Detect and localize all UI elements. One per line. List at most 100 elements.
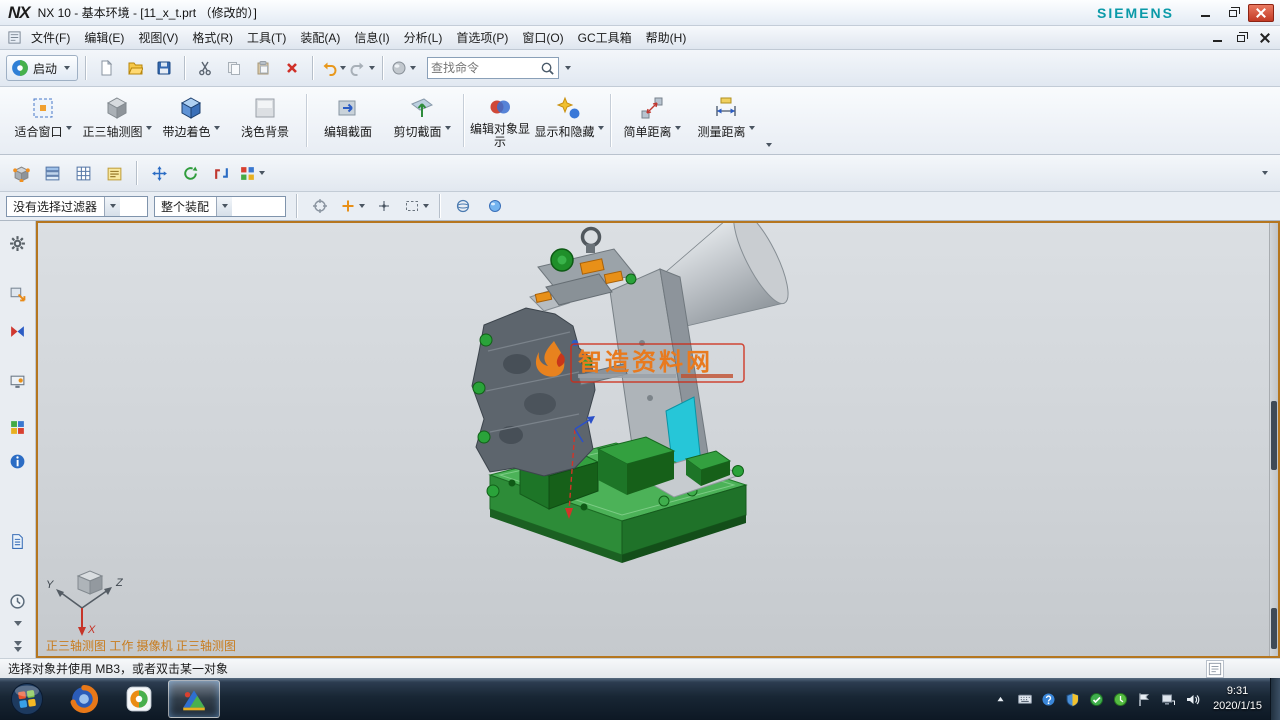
- menu-gc-toolbox[interactable]: GC工具箱: [571, 26, 639, 49]
- doc-close-button[interactable]: [1254, 30, 1276, 46]
- scrollbar-thumb[interactable]: [1271, 608, 1277, 649]
- tray-help-button[interactable]: [1040, 691, 1057, 708]
- sidebar-history-button[interactable]: [5, 589, 31, 613]
- menu-preferences[interactable]: 首选项(P): [449, 26, 515, 49]
- paste-button[interactable]: [250, 55, 276, 81]
- sidebar-views-button[interactable]: [5, 319, 31, 343]
- menu-file[interactable]: 文件(F): [24, 26, 77, 49]
- chevron-down-icon: [64, 66, 70, 70]
- marquee-select-button[interactable]: [403, 193, 429, 219]
- assembly-constraints-button[interactable]: [208, 160, 234, 186]
- selection-filter-dropdown[interactable]: 没有选择过滤器: [6, 196, 148, 217]
- sidebar-display-button[interactable]: [5, 369, 31, 393]
- ribbon-options-icon[interactable]: [766, 143, 772, 147]
- minimize-button[interactable]: [1192, 4, 1218, 22]
- tray-keyboard-button[interactable]: [1016, 691, 1033, 708]
- tray-volume-button[interactable]: [1184, 691, 1201, 708]
- color-palette-button[interactable]: [239, 160, 265, 186]
- snap-point-button[interactable]: [339, 193, 365, 219]
- tray-status-ok-button[interactable]: [1088, 691, 1105, 708]
- menu-help[interactable]: 帮助(H): [639, 26, 694, 49]
- search-history-dropdown-icon[interactable]: [565, 66, 571, 70]
- 3d-model-view[interactable]: 智造资料网: [38, 223, 1278, 656]
- taskbar-firefox-button[interactable]: [58, 680, 110, 718]
- button-label: 浅色背景: [241, 126, 289, 139]
- ribbon-isometric-view-button[interactable]: 正三轴测图: [80, 89, 154, 152]
- render-style-button[interactable]: [390, 55, 416, 81]
- edit-section-icon: [335, 92, 361, 124]
- highlight-wireframe-button[interactable]: [450, 193, 476, 219]
- restore-button[interactable]: [1220, 4, 1246, 22]
- layers-button[interactable]: [39, 160, 65, 186]
- ribbon-clip-section-button[interactable]: 剪切截面: [385, 89, 459, 152]
- point-constructor-button[interactable]: [371, 193, 397, 219]
- ribbon-simple-distance-button[interactable]: 简单距离: [615, 89, 689, 152]
- show-desktop-button[interactable]: [1270, 678, 1280, 720]
- snap-settings-button[interactable]: [307, 193, 333, 219]
- ribbon-light-background-button[interactable]: 浅色背景: [228, 89, 302, 152]
- orient-view-button[interactable]: [8, 160, 34, 186]
- group-separator: [463, 94, 464, 147]
- ribbon-show-and-hide-button[interactable]: 显示和隐藏: [532, 89, 606, 152]
- document-icon[interactable]: [4, 28, 24, 48]
- ribbon-measure-distance-button[interactable]: 测量距离: [689, 89, 763, 152]
- redo-button[interactable]: [349, 55, 375, 81]
- sidebar-document-button[interactable]: [5, 529, 31, 553]
- menu-window[interactable]: 窗口(O): [515, 26, 570, 49]
- ribbon-edit-section-button[interactable]: 编辑截面: [311, 89, 385, 152]
- highlight-shaded-button[interactable]: [482, 193, 508, 219]
- scrollbar-thumb[interactable]: [1271, 401, 1277, 470]
- tray-action-center-button[interactable]: [1136, 691, 1153, 708]
- menu-view[interactable]: 视图(V): [131, 26, 185, 49]
- rotate-component-button[interactable]: [177, 160, 203, 186]
- ribbon-edit-object-display-button[interactable]: 编辑对象显示: [468, 89, 532, 152]
- doc-restore-button[interactable]: [1230, 30, 1252, 46]
- sphere-solid-icon: [487, 198, 503, 214]
- window-layout-button[interactable]: [1206, 660, 1224, 678]
- move-component-button[interactable]: [146, 160, 172, 186]
- sidebar-roles-button[interactable]: [5, 231, 31, 255]
- delete-button[interactable]: [279, 55, 305, 81]
- menu-analysis[interactable]: 分析(L): [397, 26, 450, 49]
- tray-status-clock-button[interactable]: [1112, 691, 1129, 708]
- cut-button[interactable]: [192, 55, 218, 81]
- taskbar-nx-button[interactable]: [168, 680, 220, 718]
- graphics-viewport[interactable]: 智造资料网 Y Z X 正三轴测图 工作 摄像机 正三轴测图: [36, 221, 1280, 658]
- tray-network-button[interactable]: [1160, 691, 1177, 708]
- menu-edit[interactable]: 编辑(E): [77, 26, 131, 49]
- save-button[interactable]: [151, 55, 177, 81]
- undo-button[interactable]: [320, 55, 346, 81]
- ribbon-fit-window-button[interactable]: 适合窗口: [6, 89, 80, 152]
- toolbar-options-icon[interactable]: [1262, 171, 1268, 175]
- copy-button[interactable]: [221, 55, 247, 81]
- note-button[interactable]: [101, 160, 127, 186]
- menu-assemblies[interactable]: 装配(A): [293, 26, 347, 49]
- sidebar-info-button[interactable]: [5, 449, 31, 473]
- start-menu-button[interactable]: 启动: [6, 55, 78, 81]
- taskbar-browser-button[interactable]: [113, 680, 165, 718]
- ribbon-shaded-with-edges-button[interactable]: 带边着色: [154, 89, 228, 152]
- doc-minimize-button[interactable]: [1206, 30, 1228, 46]
- new-file-button[interactable]: [93, 55, 119, 81]
- selection-scope-dropdown[interactable]: 整个装配: [154, 196, 286, 217]
- command-search-input[interactable]: [431, 61, 540, 75]
- taskbar-clock[interactable]: 9:31 2020/1/15: [1213, 684, 1262, 714]
- scroll-down-button[interactable]: [5, 616, 31, 630]
- group-separator: [306, 94, 307, 147]
- grid-sheet-button[interactable]: [70, 160, 96, 186]
- sidebar-palette-button[interactable]: [5, 415, 31, 439]
- viewport-scrollbar[interactable]: [1269, 223, 1278, 656]
- open-file-button[interactable]: [122, 55, 148, 81]
- close-button[interactable]: [1248, 4, 1274, 22]
- menu-tools[interactable]: 工具(T): [240, 26, 293, 49]
- rotate-component-icon: [182, 165, 199, 182]
- expand-more-button[interactable]: [5, 638, 31, 654]
- restore-icon: [1237, 35, 1245, 42]
- sidebar-export-button[interactable]: [5, 281, 31, 305]
- show-hidden-icons-button[interactable]: [992, 691, 1009, 708]
- start-orb-button[interactable]: [10, 682, 44, 716]
- menu-format[interactable]: 格式(R): [185, 26, 240, 49]
- nx-app-icon: [180, 685, 208, 713]
- menu-information[interactable]: 信息(I): [347, 26, 396, 49]
- tray-security-button[interactable]: [1064, 691, 1081, 708]
